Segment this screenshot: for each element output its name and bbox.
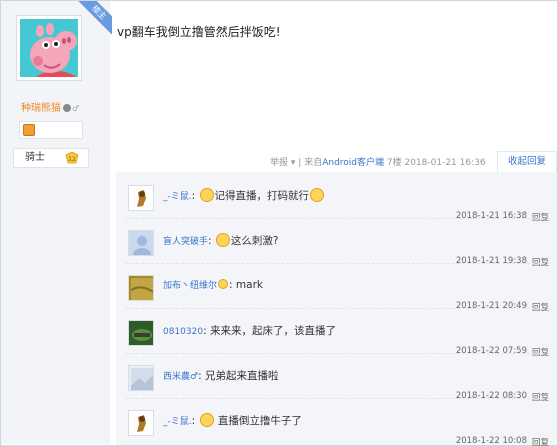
reply-text: 来来来，起床了，该直播了 <box>209 325 336 337</box>
level-badge-icon: 12 <box>65 151 79 164</box>
from-label: 来自 <box>304 158 323 168</box>
medal-box <box>19 121 83 139</box>
list-item: 加布丶纽维尔: mark 2018-1-21 20:49 回复 <box>116 264 557 313</box>
reply-avatar[interactable] <box>128 410 154 436</box>
reply-line: 西米農♂: 兄弟起来直播啦 <box>163 370 279 382</box>
author-sidebar: 种瑞熊猫 ♂ 骑士 12 <box>1 1 110 444</box>
reply-time: 2018-1-22 10:08 <box>455 436 527 446</box>
author-name[interactable]: 种瑞熊猫 ♂ <box>21 99 79 114</box>
list-item: _-ミ鼠.: 记得直播，打码就行 2018-1-21 16:38 回复 <box>116 174 557 223</box>
post-meta: 举报 ▾ | 来自Android客户端 7楼 2018-01-21 16:36 <box>270 158 486 168</box>
floor-number: 7楼 <box>386 158 402 168</box>
reply-line: _-ミ鼠.: 记得直播，打码就行 <box>163 188 325 203</box>
dropdown-icon[interactable]: ▾ <box>291 158 296 168</box>
op-ribbon: 楼主 <box>72 1 112 41</box>
reply-user[interactable]: 0810320 <box>163 327 203 337</box>
reply-text: 这么刺激? <box>230 235 279 247</box>
report-link[interactable]: 举报 <box>270 158 288 168</box>
reply-line: 盲人突破手: 这么刺激? <box>163 233 279 247</box>
grin-emoji-icon <box>215 233 230 247</box>
reply-user[interactable]: 盲人突破手 <box>163 237 208 247</box>
medal-icon[interactable] <box>23 124 35 136</box>
grin-emoji-icon <box>199 188 214 202</box>
collapse-replies-button[interactable]: 收起回复 <box>497 151 557 173</box>
rank-box[interactable]: 骑士 12 <box>13 148 89 168</box>
reply-user[interactable]: _-ミ鼠. <box>163 192 192 202</box>
post-content: vp翻车我倒立撸管然后拌饭吃! <box>117 25 281 39</box>
client-link[interactable]: Android客户端 <box>322 158 384 168</box>
level-text: 12 <box>68 156 76 163</box>
reply-list: _-ミ鼠.: 记得直播，打码就行 2018-1-21 16:38 回复 盲人突破… <box>116 172 557 446</box>
grin-emoji-icon <box>199 413 214 427</box>
op-ribbon-text: 楼主 <box>76 1 112 35</box>
list-item: 西米農♂: 兄弟起来直播啦 2018-1-22 08:30 回复 <box>116 354 557 403</box>
rank-label: 骑士 <box>25 152 45 163</box>
reply-avatar[interactable] <box>128 365 154 391</box>
reply-text: 记得直播，打码就行 <box>214 190 310 202</box>
reply-user[interactable]: 西米農♂ <box>163 372 198 382</box>
reply-user[interactable]: 加布丶纽维尔 <box>163 281 217 291</box>
list-item: 盲人突破手: 这么刺激? 2018-1-21 19:38 回复 <box>116 219 557 268</box>
reply-line: _-ミ鼠.: 直播倒立撸牛子了 <box>163 413 302 427</box>
reply-user[interactable]: _-ミ鼠. <box>163 417 192 427</box>
gender-icon: ♂ <box>72 104 80 113</box>
reply-line: 0810320: 来来来，起床了，该直播了 <box>163 325 336 337</box>
reply-text: 直播倒立撸牛子了 <box>217 415 302 427</box>
list-item: 0810320: 来来来，起床了，该直播了 2018-1-22 07:59 回复 <box>116 309 557 358</box>
reply-button[interactable]: 回复 <box>532 436 549 446</box>
reply-text: 兄弟起来直播啦 <box>204 370 279 382</box>
reply-avatar[interactable] <box>128 185 154 211</box>
reply-avatar[interactable] <box>128 230 154 256</box>
author-name-text[interactable]: 种瑞熊猫 <box>21 103 61 114</box>
reply-avatar[interactable] <box>128 275 154 301</box>
reply-avatar[interactable] <box>128 320 154 346</box>
list-item: _-ミ鼠.: 直播倒立撸牛子了 2018-1-22 10:08 回复 <box>116 399 557 446</box>
offline-status-icon <box>63 104 71 112</box>
reply-line: 加布丶纽维尔: mark <box>163 279 263 291</box>
post-datetime: 2018-01-21 16:36 <box>404 158 486 168</box>
reply-text: mark <box>235 279 263 291</box>
smile-emoji-icon <box>218 279 229 289</box>
grin-emoji-icon <box>310 188 324 202</box>
